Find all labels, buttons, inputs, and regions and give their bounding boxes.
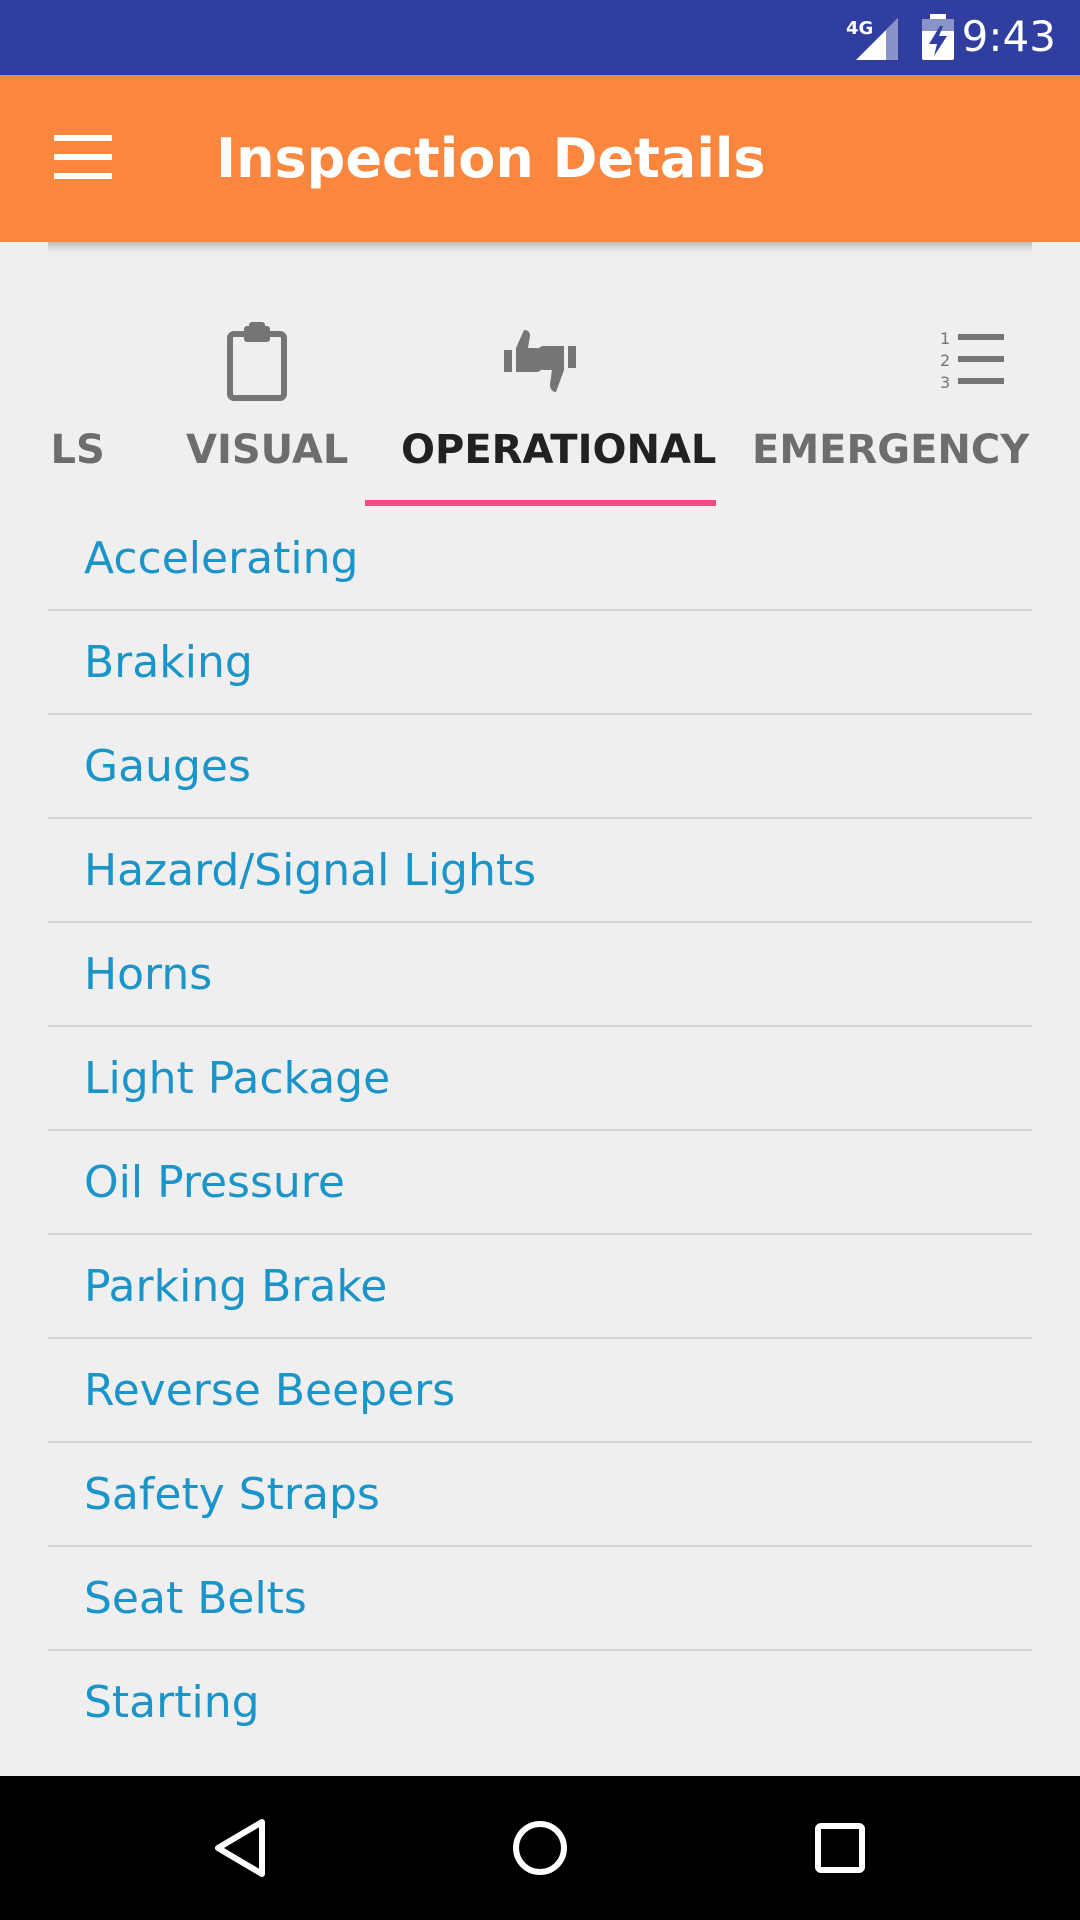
list-item[interactable]: Accelerating	[48, 507, 1032, 611]
tab-label-operational: OPERATIONAL	[401, 427, 717, 473]
list-item[interactable]: Hazard/Signal Lights	[48, 819, 1032, 923]
numbered-list-icon: 1 2 3	[940, 329, 1004, 392]
list-item[interactable]: Parking Brake	[48, 1235, 1032, 1339]
list-item-label: Safety Straps	[84, 1469, 380, 1520]
list-item-label: Oil Pressure	[84, 1157, 345, 1208]
list-item-label: Accelerating	[84, 533, 359, 584]
list-item[interactable]: Starting	[48, 1651, 1032, 1753]
list-item-label: Light Package	[84, 1053, 391, 1104]
list-item[interactable]: Reverse Beepers	[48, 1339, 1032, 1443]
thumbs-up-down-icon	[504, 330, 576, 392]
list-item-label: Parking Brake	[84, 1261, 388, 1312]
svg-text:3: 3	[940, 373, 950, 392]
list-item[interactable]: Oil Pressure	[48, 1131, 1032, 1235]
list-item[interactable]: Safety Straps	[48, 1443, 1032, 1547]
battery-charging-icon	[922, 14, 954, 60]
hamburger-menu-icon[interactable]	[54, 135, 112, 179]
list-item[interactable]: Braking	[48, 611, 1032, 715]
list-item-label: Horns	[84, 949, 213, 1000]
signal-4g-icon: 4G	[846, 18, 898, 60]
tab-visual[interactable]: VISUAL	[150, 242, 365, 507]
svg-text:2: 2	[940, 351, 950, 370]
status-time: 9:43	[961, 12, 1056, 61]
svg-text:1: 1	[940, 329, 950, 348]
tab-label-visual: VISUAL	[186, 427, 349, 473]
list-item-label: Seat Belts	[84, 1573, 307, 1624]
svg-text:4G: 4G	[846, 18, 873, 39]
list-item[interactable]: Seat Belts	[48, 1547, 1032, 1651]
clipboard-icon	[227, 322, 287, 401]
list-item-label: Hazard/Signal Lights	[84, 845, 537, 896]
page-title: Inspection Details	[216, 127, 766, 190]
tab-emergency[interactable]: 1 2 3 EMERGENCY S	[716, 242, 1076, 507]
list-item[interactable]: Horns	[48, 923, 1032, 1027]
home-icon[interactable]	[504, 1812, 576, 1884]
status-bar: 4G 9:43	[0, 0, 1080, 75]
back-icon[interactable]	[204, 1812, 276, 1884]
recents-icon[interactable]	[804, 1812, 876, 1884]
list-item-label: Braking	[84, 637, 253, 688]
tab-strip[interactable]: DETAILS VISUAL OPERATIONAL 1 2 3 EMERGEN…	[0, 242, 1080, 507]
list-item-label: Reverse Beepers	[84, 1365, 456, 1416]
list-item-label: Starting	[84, 1677, 260, 1728]
inspection-item-list: Accelerating Braking Gauges Hazard/Signa…	[48, 507, 1032, 1753]
list-item[interactable]: Light Package	[48, 1027, 1032, 1131]
list-item-label: Gauges	[84, 741, 251, 792]
system-nav-bar	[0, 1776, 1080, 1920]
tab-label-emergency: EMERGENCY S	[752, 427, 1072, 473]
list-item[interactable]: Gauges	[48, 715, 1032, 819]
tab-indicator	[365, 500, 716, 506]
tab-operational[interactable]: OPERATIONAL	[365, 242, 716, 507]
app-bar: Inspection Details	[0, 75, 1080, 242]
